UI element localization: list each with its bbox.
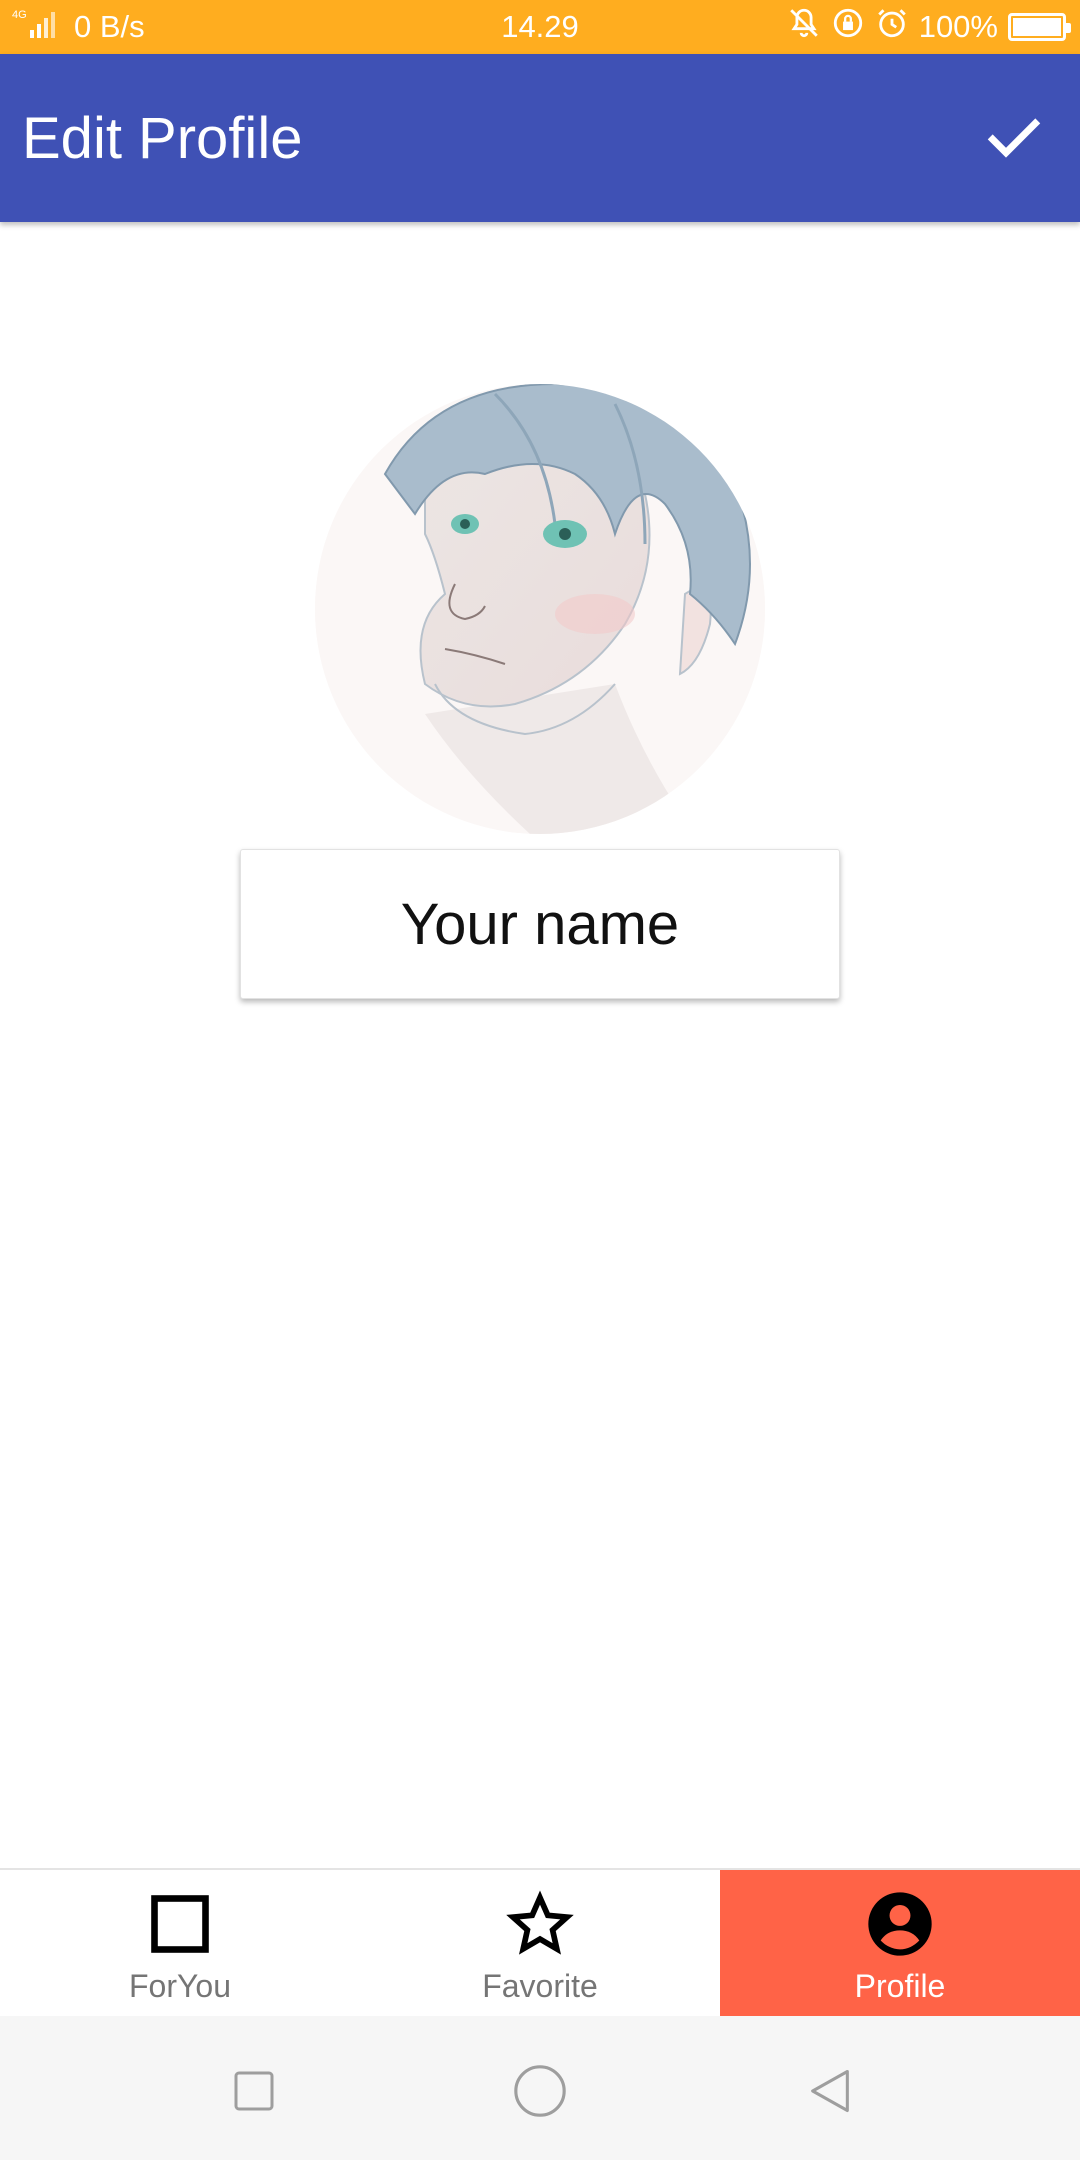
nav-item-foryou[interactable]: ForYou (0, 1870, 360, 2016)
page-title: Edit Profile (22, 105, 303, 171)
mute-bell-icon (787, 6, 821, 48)
status-bar: 4G 0 B/s 14.29 100% (0, 0, 1080, 54)
system-navigation-bar (0, 2016, 1080, 2160)
signal-icon: 4G (12, 6, 68, 48)
star-icon (506, 1890, 574, 1955)
back-button[interactable] (800, 2064, 860, 2118)
status-left: 4G 0 B/s (12, 0, 145, 54)
account-circle-icon (868, 1892, 932, 1956)
avatar-illustration (315, 384, 765, 834)
save-button[interactable] (974, 98, 1054, 178)
bottom-navigation: ForYou Favorite Profile (0, 1868, 1080, 2016)
battery-percent: 100% (918, 9, 998, 44)
back-icon (811, 2069, 849, 2113)
recents-button[interactable] (224, 2064, 284, 2118)
nav-label-foryou: ForYou (129, 1968, 231, 2004)
nav-item-favorite[interactable]: Favorite (360, 1870, 720, 2016)
nav-label-profile: Profile (854, 1968, 946, 2004)
network-speed: 0 B/s (74, 9, 145, 44)
status-right: 100% (787, 0, 1071, 54)
square-icon (151, 1895, 209, 1953)
recents-icon (234, 2071, 274, 2111)
battery-icon (1008, 13, 1071, 41)
nav-item-profile[interactable]: Profile (720, 1870, 1080, 2016)
home-icon (514, 2065, 566, 2117)
svg-text:4G: 4G (12, 9, 27, 21)
check-icon (987, 118, 1041, 158)
profile-avatar[interactable] (315, 384, 765, 834)
nav-label-favorite: Favorite (482, 1968, 598, 2004)
rotation-lock-icon (831, 6, 865, 48)
app-bar: Edit Profile (0, 54, 1080, 222)
name-input[interactable]: Your name (240, 849, 840, 999)
home-button[interactable] (510, 2064, 570, 2118)
clock: 14.29 (501, 9, 579, 44)
alarm-icon (875, 6, 909, 48)
